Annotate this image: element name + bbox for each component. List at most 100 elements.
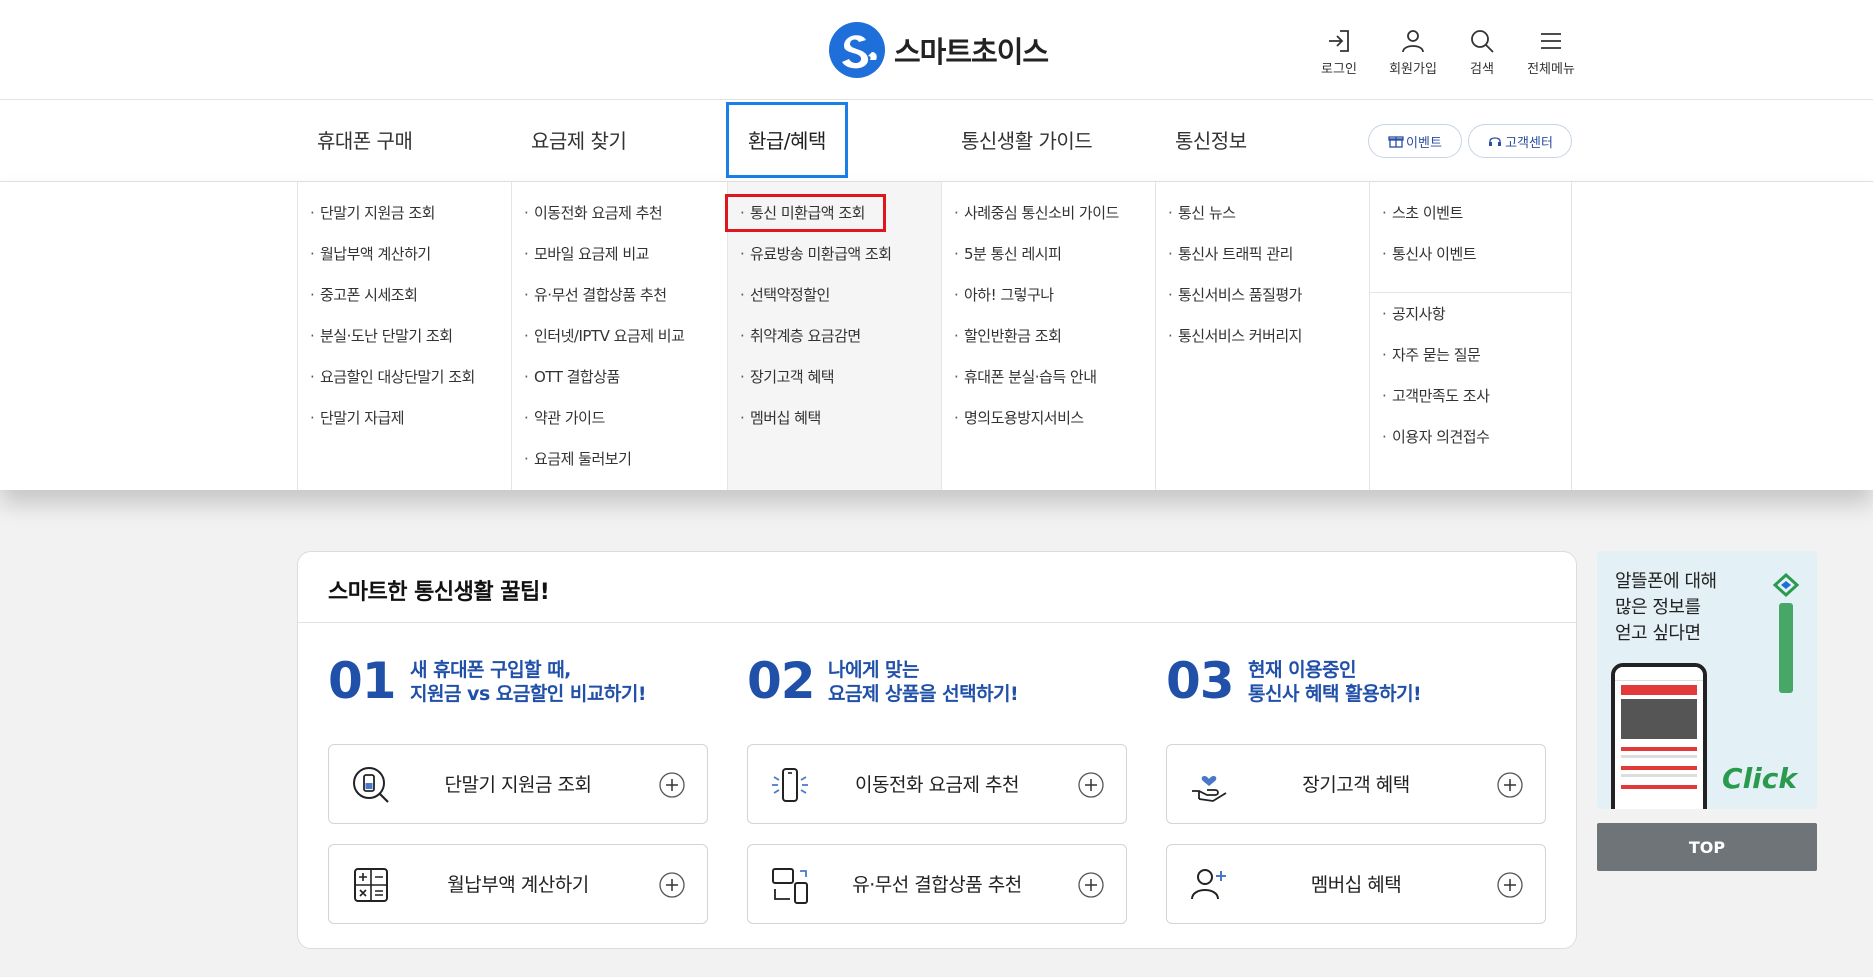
submenu-item-label: 단말기 자급제 xyxy=(320,409,405,427)
submenu-item[interactable]: 명의도용방지서비스 xyxy=(942,407,1155,448)
all-menu-label: 전체메뉴 xyxy=(1527,62,1575,77)
tip-heading-line1: 현재 이용중인 xyxy=(1248,659,1357,681)
submenu-item[interactable]: 사례중심 통신소비 가이드 xyxy=(942,202,1155,243)
submenu-item[interactable]: 인터넷/IPTV 요금제 비교 xyxy=(512,325,727,366)
submenu-item-label: 분실·도난 단말기 조회 xyxy=(320,327,453,345)
submenu-item[interactable]: 약관 가이드 xyxy=(512,407,727,448)
nav-life-guide[interactable]: 통신생활 가이드 xyxy=(961,100,1093,182)
submenu-item[interactable]: 유료방송 미환급액 조회 xyxy=(728,243,941,284)
quick-link-monthly-payment[interactable]: 월납부액 계산하기 xyxy=(328,844,708,924)
submenu-item-label: 장기고객 혜택 xyxy=(750,368,835,386)
signup-button[interactable]: 회원가입 xyxy=(1378,28,1448,77)
submenu-item-label: 자주 묻는 질문 xyxy=(1392,346,1481,364)
submenu-item-label: 아하! 그렇구나 xyxy=(964,286,1054,304)
login-icon xyxy=(1329,30,1349,52)
submenu-item[interactable]: 스초 이벤트 xyxy=(1370,202,1571,243)
submenu-item[interactable]: 단말기 자급제 xyxy=(298,407,511,448)
site-logo[interactable]: 스마트초이스 xyxy=(828,20,1049,80)
mobile-signal-icon xyxy=(772,768,808,802)
logo-text: 스마트초이스 xyxy=(894,35,1049,69)
support-pill-button[interactable]: 고객센터 xyxy=(1468,124,1572,158)
site-header: 스마트초이스 로그인 회원가입 검색 전체메뉴 xyxy=(0,0,1873,100)
user-plus-icon xyxy=(1191,869,1226,900)
search-button[interactable]: 검색 xyxy=(1447,28,1517,77)
quick-link-label: 유·무선 결합상품 추천 xyxy=(852,874,1022,896)
banner-text: 알뜰폰에 대해 많은 정보를 얻고 싶다면 xyxy=(1615,569,1717,647)
submenu-item-label: 요금할인 대상단말기 조회 xyxy=(320,368,475,386)
event-pill-button[interactable]: 이벤트 xyxy=(1368,124,1462,158)
quick-link-label: 단말기 지원금 조회 xyxy=(444,774,592,796)
quick-link-long-term[interactable]: 장기고객 혜택 xyxy=(1166,744,1546,824)
all-menu-button[interactable]: 전체메뉴 xyxy=(1516,28,1586,77)
submenu-item[interactable]: 공지사항 xyxy=(1370,303,1571,344)
scroll-top-button[interactable]: TOP xyxy=(1597,823,1817,871)
submenu-item[interactable]: 통신 뉴스 xyxy=(1156,202,1369,243)
mega-menu: 단말기 지원금 조회월납부액 계산하기중고폰 시세조회분실·도난 단말기 조회요… xyxy=(0,182,1873,490)
menu-col-life-guide: 사례중심 통신소비 가이드 5분 통신 레시피아하! 그렇구나할인반환금 조회휴대… xyxy=(941,182,1155,490)
submenu-item[interactable]: OTT 결합상품 xyxy=(512,366,727,407)
nav-plan-search[interactable]: 요금제 찾기 xyxy=(531,100,627,182)
submenu-item[interactable]: 요금제 둘러보기 xyxy=(512,448,727,489)
tip-number: 03 xyxy=(1166,652,1235,710)
submenu-item[interactable]: 취약계층 요금감면 xyxy=(728,325,941,366)
submenu-item[interactable]: 자주 묻는 질문 xyxy=(1370,344,1571,385)
user-icon xyxy=(1402,30,1424,53)
banner-line2: 많은 정보를 xyxy=(1615,597,1701,618)
submenu-item[interactable]: 통신사 이벤트 xyxy=(1370,243,1571,284)
tip-heading-line2: 지원금 vs 요금할인 비교하기! xyxy=(410,683,646,705)
submenu-item-label: 단말기 지원금 조회 xyxy=(320,204,435,222)
calculator-icon xyxy=(354,868,388,902)
submenu-item[interactable]: 통신사 트래픽 관리 xyxy=(1156,243,1369,284)
tip-heading-line1: 새 휴대폰 구입할 때, xyxy=(410,659,571,681)
submenu-item[interactable]: 중고폰 시세조회 xyxy=(298,284,511,325)
event-pill-label: 이벤트 xyxy=(1406,135,1442,151)
submenu-item[interactable]: 모바일 요금제 비교 xyxy=(512,243,727,284)
submenu-item[interactable]: 단말기 지원금 조회 xyxy=(298,202,511,243)
login-button[interactable]: 로그인 xyxy=(1304,28,1374,77)
submenu-item[interactable]: 휴대폰 분실·습득 안내 xyxy=(942,366,1155,407)
plus-icon xyxy=(1078,772,1104,798)
quick-link-bundle[interactable]: 유·무선 결합상품 추천 xyxy=(747,844,1127,924)
login-label: 로그인 xyxy=(1321,62,1357,77)
submenu-item[interactable]: 아하! 그렇구나 xyxy=(942,284,1155,325)
submenu-item[interactable]: 유·무선 결합상품 추천 xyxy=(512,284,727,325)
banner-line1: 알뜰폰에 대해 xyxy=(1615,571,1717,592)
submenu-item[interactable]: 통신서비스 커버리지 xyxy=(1156,325,1369,366)
submenu-item[interactable]: 분실·도난 단말기 조회 xyxy=(298,325,511,366)
quick-link-mobile-plan[interactable]: 이동전화 요금제 추천 xyxy=(747,744,1127,824)
submenu-item-label: 고객만족도 조사 xyxy=(1392,387,1490,405)
submenu-item[interactable]: 이동전화 요금제 추천 xyxy=(512,202,727,243)
submenu-item[interactable]: 고객만족도 조사 xyxy=(1370,385,1571,426)
quick-link-membership[interactable]: 멤버십 혜택 xyxy=(1166,844,1546,924)
quick-link-label: 멤버십 혜택 xyxy=(1310,874,1402,896)
support-pill-label: 고객센터 xyxy=(1505,135,1553,151)
submenu-item-selected[interactable]: 통신 미환급액 조회 xyxy=(725,194,941,243)
logo-icon xyxy=(829,22,885,78)
nav-refund-benefit[interactable]: 환급/혜택 xyxy=(726,102,848,178)
headset-icon xyxy=(1489,137,1502,146)
submenu-item[interactable]: 선택약정할인 xyxy=(728,284,941,325)
signup-label: 회원가입 xyxy=(1389,62,1437,77)
submenu-item-label: 통신 뉴스 xyxy=(1178,204,1236,222)
quick-link-device-subsidy[interactable]: 단말기 지원금 조회 xyxy=(328,744,708,824)
submenu-item[interactable]: 요금할인 대상단말기 조회 xyxy=(298,366,511,407)
nav-phone-purchase[interactable]: 휴대폰 구매 xyxy=(317,100,413,182)
submenu-item[interactable]: 멤버십 혜택 xyxy=(728,407,941,448)
submenu-item-label: 유료방송 미환급액 조회 xyxy=(750,245,892,263)
nav-telecom-info[interactable]: 통신정보 xyxy=(1175,100,1247,182)
submenu-item[interactable]: 월납부액 계산하기 xyxy=(298,243,511,284)
tip-heading: 현재 이용중인 통신사 혜택 활용하기! xyxy=(1248,658,1422,706)
submenu-item-label: 통신 미환급액 조회 xyxy=(725,194,886,232)
submenu-item[interactable]: 5분 통신 레시피 xyxy=(942,243,1155,284)
submenu-item[interactable]: 이용자 의견접수 xyxy=(1370,426,1571,467)
submenu-item[interactable]: 통신서비스 품질평가 xyxy=(1156,284,1369,325)
tip-number: 01 xyxy=(328,652,397,710)
submenu-item-label: 스초 이벤트 xyxy=(1392,204,1463,222)
tip-heading: 나에게 맞는 요금제 상품을 선택하기! xyxy=(828,658,1019,706)
submenu-item-label: 5분 통신 레시피 xyxy=(964,245,1062,263)
submenu-item[interactable]: 할인반환금 조회 xyxy=(942,325,1155,366)
menu-col-refund-benefit: 통신 미환급액 조회유료방송 미환급액 조회선택약정할인취약계층 요금감면장기고… xyxy=(725,182,941,490)
submenu-item[interactable]: 장기고객 혜택 xyxy=(728,366,941,407)
banner-line3: 얻고 싶다면 xyxy=(1615,623,1701,644)
mvno-hub-banner[interactable]: 알뜰폰에 대해 많은 정보를 얻고 싶다면 Click xyxy=(1597,551,1817,809)
